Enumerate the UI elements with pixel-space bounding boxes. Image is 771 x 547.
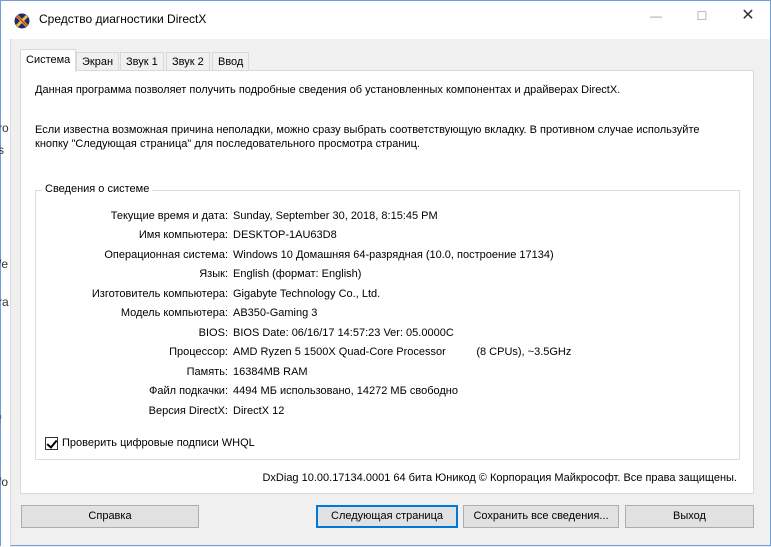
close-button[interactable]: ✕ xyxy=(725,1,771,31)
info-value: Windows 10 Домашняя 64-разрядная (10.0, … xyxy=(233,249,554,261)
tab-system[interactable]: Система xyxy=(20,49,77,72)
whql-checkbox[interactable] xyxy=(45,437,58,450)
system-tab-panel: Данная программа позволяет получить подр… xyxy=(20,70,754,494)
title-bar[interactable]: Средство диагностики DirectX — ☐ ✕ xyxy=(1,1,770,39)
info-label: Операционная система: xyxy=(104,249,228,261)
info-value: Gigabyte Technology Co., Ltd. xyxy=(233,288,381,300)
info-label: Память: xyxy=(186,366,228,378)
background-fragment: fo xyxy=(0,475,9,489)
info-label: Имя компьютера: xyxy=(138,229,228,241)
save-all-button[interactable]: Сохранить все сведения... xyxy=(463,505,619,528)
info-label: Текущие время и дата: xyxy=(110,210,228,222)
info-label: Модель компьютера: xyxy=(120,307,228,319)
info-label: Изготовитель компьютера: xyxy=(91,288,228,300)
tab-input[interactable]: Ввод xyxy=(212,52,250,71)
whql-checkbox-label[interactable]: Проверить цифровые подписи WHQL xyxy=(62,437,255,449)
background-fragment: s xyxy=(0,143,4,157)
tab-display[interactable]: Экран xyxy=(76,52,120,71)
tab-sound-1[interactable]: Звук 1 xyxy=(120,52,164,71)
info-value: Sunday, September 30, 2018, 8:15:45 PM xyxy=(233,210,438,222)
info-label: BIOS: xyxy=(198,327,228,339)
hint-text: Если известна возможная причина неполадк… xyxy=(35,124,700,150)
tab-sound-2[interactable]: Звук 2 xyxy=(166,52,210,71)
next-page-button[interactable]: Следующая страница xyxy=(316,505,458,528)
system-info-group: Сведения о системе Текущие время и дата:… xyxy=(35,183,740,460)
info-value: DESKTOP-1AU63D8 xyxy=(233,229,337,241)
info-value: DirectX 12 xyxy=(233,405,285,417)
background-fragment: /e xyxy=(0,257,9,271)
info-value: AMD Ryzen 5 1500X Quad-Core Processor (8… xyxy=(233,346,572,358)
background-fragment: ro xyxy=(0,121,9,135)
minimize-button[interactable]: — xyxy=(633,1,679,31)
info-value: 16384MB RAM xyxy=(233,366,308,378)
info-label: Язык: xyxy=(199,268,228,280)
background-fragment: f xyxy=(0,413,1,427)
info-label: Файл подкачки: xyxy=(148,385,228,397)
maximize-button[interactable]: ☐ xyxy=(679,1,725,31)
system-info-title: Сведения о системе xyxy=(42,183,153,195)
info-value: English (формат: English) xyxy=(233,268,362,280)
background-fragment: ra xyxy=(0,295,9,309)
dxdiag-window: Средство диагностики DirectX — ☐ ✕ ro s … xyxy=(0,0,771,547)
intro-text: Данная программа позволяет получить подр… xyxy=(35,84,621,96)
version-copyright: DxDiag 10.00.17134.0001 64 бита Юникод ©… xyxy=(262,472,737,484)
directx-icon xyxy=(14,13,30,29)
window-title: Средство диагностики DirectX xyxy=(39,12,207,26)
info-value: 4494 МБ использовано, 14272 МБ свободно xyxy=(233,385,458,397)
help-button[interactable]: Справка xyxy=(21,505,199,528)
info-value: AB350-Gaming 3 xyxy=(233,307,318,319)
info-label: Версия DirectX: xyxy=(148,405,228,417)
background-window-edge: ro s /e ra f fo xyxy=(0,39,11,547)
info-label: Процессор: xyxy=(169,346,228,358)
info-value: BIOS Date: 06/16/17 14:57:23 Ver: 05.000… xyxy=(233,327,454,339)
exit-button[interactable]: Выход xyxy=(625,505,754,528)
